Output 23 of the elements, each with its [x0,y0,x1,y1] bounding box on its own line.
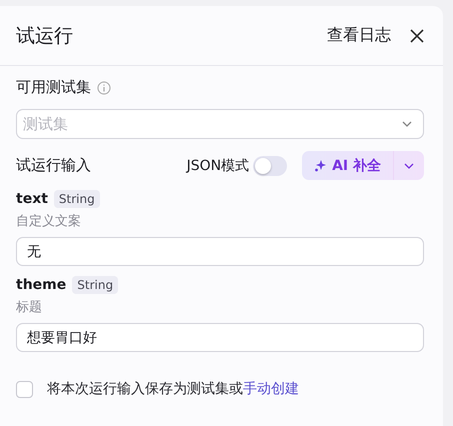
param-description: 自定义文案 [16,213,82,230]
section-label: 可用测试集 [16,78,91,97]
section-label: 试运行输入 [16,156,92,175]
toggle-label: JSON模式 [186,156,250,174]
checkbox[interactable] [16,380,33,398]
save-option-text: 将本次运行输入保存为测试集或手动创建 [47,380,299,398]
input-field[interactable]: 无 [16,237,424,266]
create-link[interactable]: 手动创建 [243,381,299,397]
panel-title: 试运行 [16,24,74,48]
sparkle-icon [314,159,328,172]
input-field[interactable]: 想要胃口好 [16,323,424,352]
param-description: 标题 [16,299,43,316]
view-log-button[interactable]: 查看日志 [327,25,391,46]
toggle-switch[interactable] [253,156,288,176]
info-icon [97,80,111,94]
param-name: text [16,191,48,207]
caret-icon [403,162,415,170]
type-tag: String [72,276,118,294]
param-name: theme [16,277,66,293]
type-tag: String [54,190,100,208]
close-icon[interactable] [409,28,425,44]
chevron-icon [401,120,413,128]
ai-fill-button[interactable]: AI 补全 [302,151,393,180]
